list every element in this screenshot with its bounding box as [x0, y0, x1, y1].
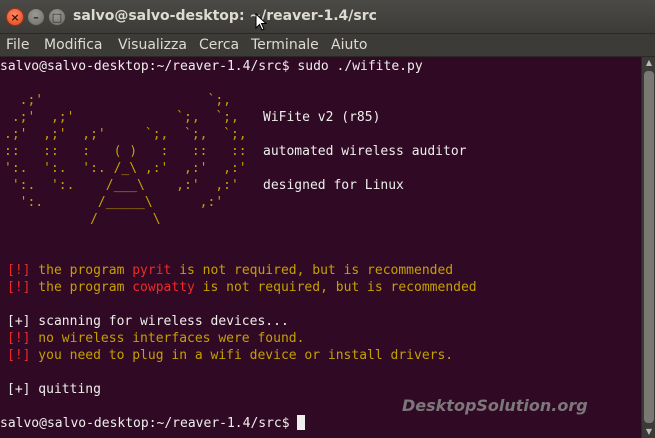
- text-cursor: [297, 415, 306, 430]
- info-text: scanning for wireless devices...: [30, 314, 289, 329]
- window-title: salvo@salvo-desktop: ~/reaver-1.4/src: [73, 8, 377, 24]
- menu-cerca[interactable]: Cerca: [199, 37, 239, 53]
- minimize-button[interactable]: –: [27, 8, 45, 26]
- warning-line-pyrit: [!] the program pyrit is not required, b…: [7, 262, 453, 279]
- error-tag: [!]: [7, 331, 31, 346]
- error-line-plug-device: [!] you need to plug in a wifi device or…: [7, 347, 453, 364]
- command-prompt-line: salvo@salvo-desktop:~/reaver-1.4/src$ su…: [0, 59, 423, 74]
- warning-tag: [!]: [7, 280, 31, 295]
- banner-art-line: :: :: : ( ) : :: ::: [4, 144, 247, 159]
- menu-modifica[interactable]: Modifica: [44, 37, 103, 53]
- scroll-down-arrow-icon[interactable]: ▼: [642, 426, 655, 438]
- info-tag: [+]: [7, 314, 31, 329]
- vertical-scrollbar[interactable]: ▲ ▼: [641, 57, 655, 438]
- banner-art-line: ':. /_____\ ,:': [4, 195, 224, 210]
- error-text: no wireless interfaces were found.: [30, 331, 305, 346]
- quitting-line: [+] quitting: [7, 381, 101, 398]
- mouse-pointer-icon: [255, 13, 267, 31]
- close-button[interactable]: ×: [6, 8, 24, 26]
- scroll-up-arrow-icon[interactable]: ▲: [642, 57, 655, 69]
- menu-visualizza[interactable]: Visualizza: [118, 37, 187, 53]
- info-tag: [+]: [7, 382, 31, 397]
- maximize-button[interactable]: □: [48, 8, 66, 26]
- banner-subtitle: automated wireless auditor: [263, 144, 467, 159]
- banner-art-line: .;' `;,: [4, 93, 231, 108]
- title-bar[interactable]: × – □ salvo@salvo-desktop: ~/reaver-1.4/…: [0, 0, 655, 34]
- banner-art-line: ':. ':. /___\ ,:' ,:': [4, 178, 239, 193]
- menu-terminale[interactable]: Terminale: [251, 37, 319, 53]
- banner-title: WiFite v2 (r85): [263, 110, 381, 125]
- menu-aiuto[interactable]: Aiuto: [331, 37, 367, 53]
- warning-text: is not required, but is recommended: [171, 263, 454, 278]
- warning-text: the program: [30, 280, 133, 295]
- banner-art-line: / \: [4, 212, 161, 227]
- prompt-text: salvo@salvo-desktop:~/reaver-1.4/src$: [0, 416, 298, 431]
- banner-art-line: ':. ':. ':. /_\ ,:' ,:' ,:': [4, 161, 247, 176]
- program-name: cowpatty: [132, 280, 195, 295]
- terminal-output[interactable]: salvo@salvo-desktop:~/reaver-1.4/src$ su…: [0, 57, 641, 438]
- error-text: you need to plug in a wifi device or ins…: [30, 348, 454, 363]
- menu-file[interactable]: File: [6, 37, 29, 53]
- program-name: pyrit: [132, 263, 172, 278]
- warning-text: the program: [30, 263, 133, 278]
- scrollbar-thumb[interactable]: [644, 71, 654, 423]
- banner-tagline: designed for Linux: [263, 178, 404, 193]
- menu-bar: File Modifica Visualizza Cerca Terminale…: [0, 34, 655, 57]
- info-text: quitting: [30, 382, 101, 397]
- terminal-window: × – □ salvo@salvo-desktop: ~/reaver-1.4/…: [0, 0, 655, 438]
- banner-art-line: .;' ,;' `;, `;,: [4, 110, 239, 125]
- warning-line-cowpatty: [!] the program cowpatty is not required…: [7, 279, 477, 296]
- watermark: DesktopSolution.org: [402, 396, 588, 415]
- error-tag: [!]: [7, 348, 31, 363]
- banner-art-line: .;' ,;' ,;' `;, `;, `;,: [4, 127, 247, 142]
- warning-text: is not required, but is recommended: [194, 280, 477, 295]
- scanning-line: [+] scanning for wireless devices...: [7, 313, 289, 330]
- error-line-no-interface: [!] no wireless interfaces were found.: [7, 330, 304, 347]
- final-prompt-line: salvo@salvo-desktop:~/reaver-1.4/src$: [0, 415, 306, 432]
- warning-tag: [!]: [7, 263, 31, 278]
